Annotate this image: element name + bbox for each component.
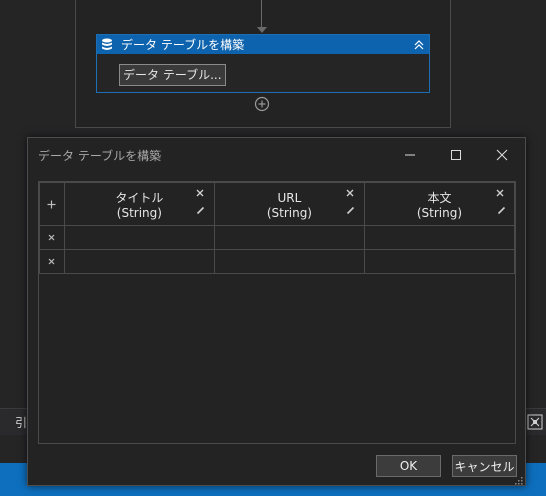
edit-column-button[interactable]	[196, 205, 206, 215]
dialog-title: データ テーブルを構築	[38, 148, 162, 163]
minimize-icon	[405, 154, 415, 156]
maximize-button[interactable]	[433, 138, 479, 172]
table-cell[interactable]	[63, 225, 215, 250]
database-icon	[101, 38, 113, 51]
close-icon	[496, 149, 508, 161]
edit-icon	[197, 206, 205, 214]
table-cell[interactable]	[213, 249, 365, 274]
column-header-title[interactable]: タイトル (String)	[63, 182, 215, 226]
column-type: (String)	[116, 206, 162, 220]
delete-column-button[interactable]	[345, 188, 355, 198]
column-name: URL	[277, 191, 302, 205]
delete-row-button[interactable]	[40, 226, 64, 249]
delete-column-button[interactable]	[195, 188, 205, 198]
connector-arrow-icon	[257, 27, 267, 33]
table-cell[interactable]	[63, 249, 215, 274]
table-cell[interactable]	[363, 249, 516, 274]
column-name: タイトル	[115, 191, 164, 205]
delete-icon	[48, 234, 55, 241]
minimize-button[interactable]	[387, 138, 433, 172]
dialog-titlebar[interactable]: データ テーブルを構築	[28, 138, 525, 172]
delete-icon	[48, 258, 55, 265]
row-handle	[39, 225, 65, 250]
activity-title: データ テーブルを構築	[121, 38, 245, 52]
table-row	[39, 249, 516, 274]
delete-icon	[346, 189, 354, 197]
delete-icon	[496, 189, 504, 197]
close-button[interactable]	[479, 138, 525, 172]
plus-icon	[47, 200, 56, 208]
add-circle-icon[interactable]	[254, 96, 270, 112]
cancel-button[interactable]: キャンセル	[452, 455, 517, 477]
resize-grip-icon[interactable]	[514, 474, 523, 485]
ok-button[interactable]: OK	[376, 455, 441, 477]
table-cell[interactable]	[213, 225, 365, 250]
delete-icon	[196, 189, 204, 197]
table-cell[interactable]	[363, 225, 516, 250]
column-name: 本文	[427, 191, 452, 205]
data-table-grid: タイトル (String) URL (String) 本文 (String)	[38, 181, 516, 444]
properties-label: 引	[15, 416, 28, 430]
delete-column-button[interactable]	[495, 188, 505, 198]
connector-line	[261, 0, 262, 28]
edit-icon	[497, 206, 505, 214]
maximize-icon	[451, 150, 461, 160]
fit-screen-icon[interactable]	[526, 413, 543, 430]
edit-icon	[347, 206, 355, 214]
build-data-table-dialog: データ テーブルを構築 タイトル (String) URL (String) 本…	[27, 137, 526, 486]
edit-column-button[interactable]	[346, 205, 356, 215]
column-header-body[interactable]: 本文 (String)	[363, 182, 516, 226]
data-table-button[interactable]: データ テーブル...	[119, 64, 226, 86]
table-row	[39, 225, 516, 250]
add-column-button[interactable]	[40, 183, 64, 225]
activity-header[interactable]: データ テーブルを構築	[97, 35, 429, 54]
grid-corner	[39, 182, 65, 226]
column-type: (String)	[266, 206, 312, 220]
delete-row-button[interactable]	[40, 250, 64, 273]
column-header-url[interactable]: URL (String)	[213, 182, 365, 226]
build-data-table-activity[interactable]: データ テーブルを構築 データ テーブル...	[96, 34, 430, 93]
edit-column-button[interactable]	[496, 205, 506, 215]
column-type: (String)	[416, 206, 463, 220]
collapse-icon[interactable]	[412, 38, 426, 52]
row-handle	[39, 249, 65, 274]
